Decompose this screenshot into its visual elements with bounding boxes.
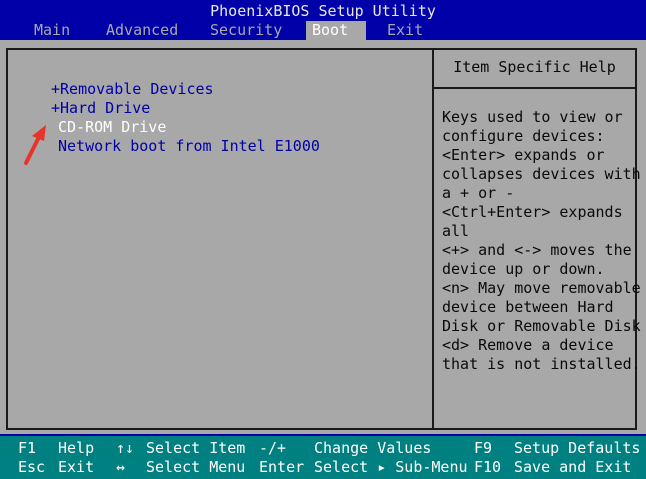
key-esc: Esc xyxy=(18,458,46,476)
key-f9: F9 xyxy=(474,439,493,457)
help-line: device between Hard xyxy=(442,298,614,316)
main-panel: +Removable Devices +Hard Drive CD-ROM Dr… xyxy=(0,40,646,434)
key-enter: Enter xyxy=(259,458,305,476)
key-f1: F1 xyxy=(18,439,37,457)
key-f10: F10 xyxy=(474,458,502,476)
menu-bar: Main Advanced Security Boot Exit xyxy=(0,21,646,40)
key-legend: F1 Help ↑↓ Select Item -/+ Change Values… xyxy=(0,436,646,479)
key-f1-label: Help xyxy=(58,439,95,457)
help-line: that is not installed. xyxy=(442,355,641,373)
boot-item-hard-drive[interactable]: +Hard Drive xyxy=(51,99,150,118)
key-f9-label: Setup Defaults xyxy=(514,439,641,457)
tab-boot[interactable]: Boot xyxy=(306,21,366,40)
key-left-right-label: Select Menu xyxy=(146,458,246,476)
boot-item-cd-rom-drive[interactable]: CD-ROM Drive xyxy=(58,118,166,137)
help-text: Keys used to view or configure devices: … xyxy=(442,108,641,374)
app-title: PhoenixBIOS Setup Utility xyxy=(210,2,436,20)
boot-item-network-boot[interactable]: Network boot from Intel E1000 xyxy=(58,137,320,156)
help-line: Disk or Removable Disk xyxy=(442,317,641,335)
help-line: configure devices: xyxy=(442,127,605,145)
help-header-divider xyxy=(434,87,635,89)
key-minus-plus: -/+ xyxy=(259,439,287,457)
help-title: Item Specific Help xyxy=(453,58,616,76)
help-line: <n> May move removable xyxy=(442,279,641,297)
help-line: <+> and <-> moves the xyxy=(442,241,632,259)
key-up-down: ↑↓ xyxy=(116,439,135,457)
content-frame: +Removable Devices +Hard Drive CD-ROM Dr… xyxy=(6,48,641,430)
key-left-right: ↔ xyxy=(116,458,126,476)
key-f10-label: Save and Exit xyxy=(514,458,632,476)
tab-main[interactable]: Main xyxy=(28,21,76,40)
help-line: Keys used to view or xyxy=(442,108,623,126)
help-line: <Enter> expands or xyxy=(442,146,605,164)
help-line: all xyxy=(442,222,470,240)
key-enter-label: Select ▸ Sub-Menu xyxy=(314,458,468,476)
key-up-down-label: Select Item xyxy=(146,439,246,457)
help-line: <d> Remove a device xyxy=(442,336,614,354)
help-line: device up or down. xyxy=(442,260,605,278)
red-arrow-icon xyxy=(24,125,46,165)
help-line: collapses devices with xyxy=(442,165,641,183)
tab-security[interactable]: Security xyxy=(204,21,288,40)
column-divider xyxy=(432,50,434,428)
key-esc-label: Exit xyxy=(58,458,95,476)
help-line: <Ctrl+Enter> expands xyxy=(442,203,623,221)
key-minus-plus-label: Change Values xyxy=(314,439,432,457)
help-line: a + or - xyxy=(442,184,515,202)
boot-item-removable-devices[interactable]: +Removable Devices xyxy=(51,80,214,99)
title-bar: PhoenixBIOS Setup Utility xyxy=(0,0,646,20)
tab-exit[interactable]: Exit xyxy=(381,21,429,40)
tab-advanced[interactable]: Advanced xyxy=(100,21,184,40)
